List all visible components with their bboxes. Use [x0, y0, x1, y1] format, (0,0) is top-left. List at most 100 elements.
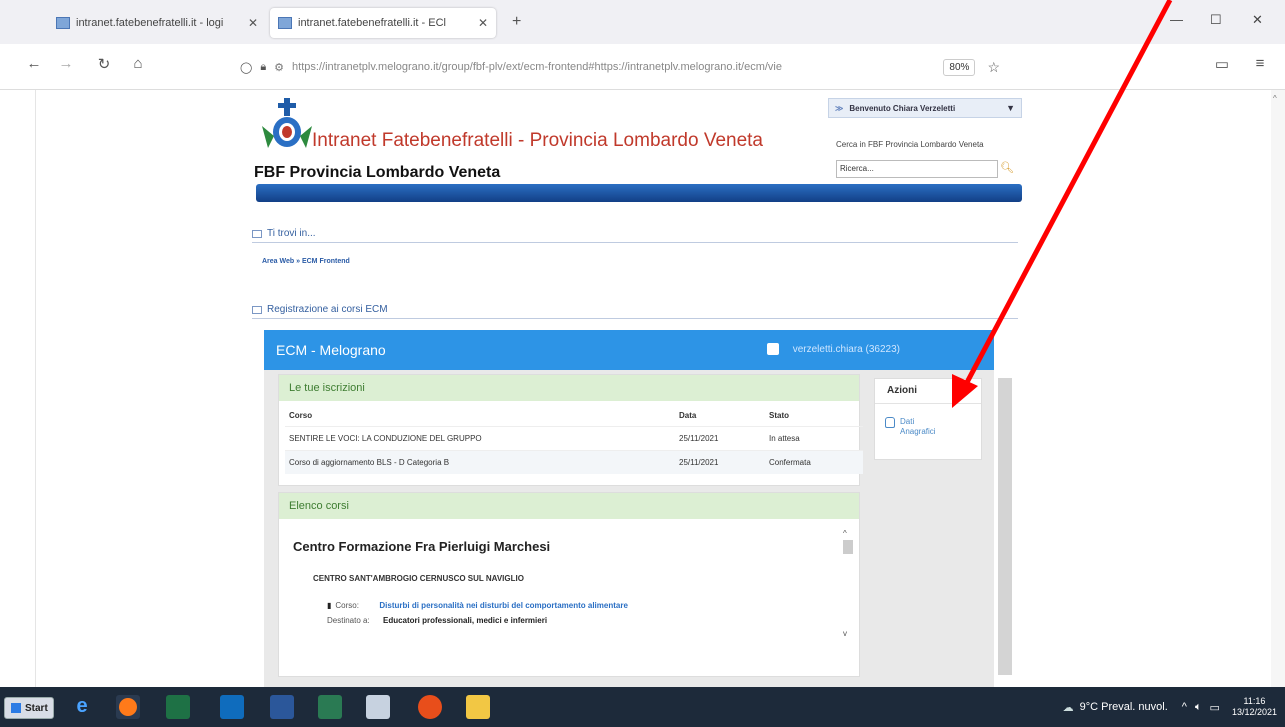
site-name: CENTRO SANT'AMBROGIO CERNUSCO SUL NAVIGL… — [313, 574, 524, 583]
tab-favicon-icon — [56, 17, 70, 29]
date-cell: 25/11/2021 — [675, 426, 765, 451]
outlook-icon[interactable] — [220, 695, 244, 719]
ecm-panel: ECM - Melograno verzeletti.chiara (36223… — [264, 330, 1012, 687]
file-explorer-icon[interactable] — [466, 695, 490, 719]
site-title: Intranet Fatebenefratelli - Provincia Lo… — [312, 130, 763, 151]
dati-anagrafici-link[interactable]: Dati Anagrafici — [885, 417, 936, 437]
word-icon[interactable] — [270, 695, 294, 719]
table-row[interactable]: Corso di aggiornamento BLS - D Categoria… — [285, 450, 863, 474]
snipping-tool-icon[interactable] — [366, 695, 390, 719]
chevron-down-icon[interactable]: ▼ — [1006, 103, 1015, 113]
column-header: Data — [679, 411, 697, 420]
scroll-thumb[interactable] — [843, 540, 853, 554]
windows-icon — [11, 703, 21, 713]
menu-icon[interactable]: ≡ — [1250, 55, 1270, 72]
publisher-icon[interactable] — [318, 695, 342, 719]
close-window-button[interactable]: ✕ — [1252, 12, 1263, 28]
breadcrumb[interactable]: Area Web » ECM Frontend — [262, 258, 350, 265]
zoom-level[interactable]: 80% — [943, 58, 976, 76]
table-row[interactable]: SENTIRE LE VOCI: LA CONDUZIONE DEL GRUPP… — [285, 426, 863, 451]
fbf-logo-icon — [262, 98, 312, 148]
table-header-row: Corso Data Stato — [285, 405, 863, 427]
edge-icon[interactable]: e — [70, 695, 94, 719]
clock[interactable]: 11:16 13/12/2021 — [1232, 696, 1277, 718]
page-scrollbar[interactable]: ^ — [1271, 90, 1285, 687]
scroll-up-icon[interactable]: ^ — [843, 529, 853, 538]
column-header: Corso — [289, 411, 313, 420]
browser-tab-2[interactable]: intranet.fatebenefratelli.it - ECl ✕ — [270, 8, 496, 38]
course-label: Corso: — [335, 601, 359, 610]
back-icon[interactable]: ← — [24, 55, 44, 72]
azioni-title: Azioni — [887, 385, 917, 396]
browser-tab-1[interactable]: intranet.fatebenefratelli.it - logi ✕ — [48, 8, 266, 38]
tab-close-icon[interactable]: ✕ — [248, 16, 258, 30]
permissions-icon[interactable]: ⚙ — [274, 61, 284, 74]
clock-date: 13/12/2021 — [1231, 707, 1277, 717]
arrows-icon: ≫ — [835, 103, 844, 113]
welcome-text: Benvenuto Chiara Verzeletti — [849, 103, 956, 113]
notification-icon[interactable]: ▭ — [1210, 701, 1220, 714]
iscrizioni-card: Le tue iscrizioni Corso Data Stato SENTI… — [278, 374, 863, 486]
clock-time: 11:16 — [1243, 696, 1266, 706]
divider — [252, 242, 1018, 243]
course-cell: SENTIRE LE VOCI: LA CONDUZIONE DEL GRUPP… — [285, 426, 675, 451]
portlet-icon — [252, 305, 262, 314]
app-icon[interactable] — [418, 695, 442, 719]
bookmark-star-icon[interactable]: ☆ — [987, 59, 1000, 76]
url-bar[interactable]: ◯ 🔒︎ ⚙ https://intranetplv.melograno.it/… — [240, 52, 1000, 82]
link-line-1: Dati — [900, 417, 915, 426]
list-scrollbar[interactable]: ^ v — [843, 529, 853, 639]
browser-nav-bar: ← → ↻ ⌂ ◯ 🔒︎ ⚙ https://intranetplv.melog… — [0, 44, 1285, 90]
target-row: Destinato a: Educatori professionali, me… — [327, 616, 859, 625]
browser-tab-bar: intranet.fatebenefratelli.it - logi ✕ in… — [0, 0, 1285, 44]
portlet-icon — [252, 229, 262, 238]
date-cell: 25/11/2021 — [675, 450, 765, 474]
new-tab-button[interactable]: + — [512, 13, 521, 31]
tab-close-icon[interactable]: ✕ — [478, 16, 488, 30]
ecm-header: ECM - Melograno verzeletti.chiara (36223… — [264, 330, 994, 370]
scroll-down-icon[interactable]: v — [843, 629, 847, 638]
welcome-menu[interactable]: ≫ Benvenuto Chiara Verzeletti ▼ — [828, 98, 1022, 118]
weather-text[interactable]: 9°C Preval. nuvol. — [1080, 701, 1168, 713]
speaker-icon[interactable]: 🔈︎ — [1195, 701, 1202, 714]
left-gutter — [0, 90, 36, 687]
ecm-user: verzeletti.chiara (36223) — [766, 343, 900, 355]
course-row: ▮ Corso: Disturbi di personalità nei dis… — [327, 601, 859, 610]
nav-blue-bar — [256, 184, 1022, 202]
chevron-up-icon[interactable]: ^ — [1182, 701, 1187, 713]
registration-title: Registrazione ai corsi ECM — [267, 304, 388, 315]
search-icon[interactable]: 🔍︎ — [1000, 161, 1014, 174]
tab-favicon-icon — [278, 17, 292, 29]
firefox-icon[interactable] — [116, 695, 140, 719]
reload-icon[interactable]: ↻ — [94, 55, 114, 73]
panel-scrollbar[interactable] — [998, 378, 1012, 675]
forward-icon[interactable]: → — [56, 55, 76, 72]
iscrizioni-table: Corso Data Stato SENTIRE LE VOCI: LA CON… — [285, 405, 863, 474]
system-tray: ☁ 9°C Preval. nuvol. ^ 🔈︎ ▭ 11:16 13/12/… — [1063, 687, 1277, 727]
maximize-button[interactable]: ☐ — [1210, 12, 1222, 28]
course-link[interactable]: Disturbi di personalità nei disturbi del… — [379, 601, 628, 610]
course-cell: Corso di aggiornamento BLS - D Categoria… — [285, 450, 675, 474]
lock-icon[interactable]: 🔒︎ — [260, 61, 266, 74]
location-heading: Ti trovi in... — [252, 228, 316, 239]
status-cell: In attesa — [765, 426, 863, 451]
start-label: Start — [25, 702, 48, 714]
tab-label: intranet.fatebenefratelli.it - logi — [76, 17, 224, 29]
site-header: Intranet Fatebenefratelli - Provincia Lo… — [248, 90, 1028, 214]
course-list: Centro Formazione Fra Pierluigi Marchesi… — [289, 527, 859, 677]
search-input[interactable]: Ricerca... — [836, 160, 998, 178]
reader-view-icon[interactable]: ▭ — [1212, 55, 1232, 73]
shield-icon[interactable]: ◯ — [240, 61, 252, 74]
divider — [875, 403, 981, 404]
target-value: Educatori professionali, medici e inferm… — [383, 616, 548, 625]
web-page: ^ Intranet Fatebenefratelli - Provincia … — [0, 90, 1285, 687]
azioni-box: Azioni Dati Anagrafici — [874, 378, 982, 460]
minimize-button[interactable]: — — [1170, 12, 1183, 27]
user-lock-icon — [885, 417, 895, 428]
column-header: Stato — [769, 411, 789, 420]
excel-icon[interactable] — [166, 695, 190, 719]
url-text: https://intranetplv.melograno.it/group/f… — [292, 61, 782, 73]
home-icon[interactable]: ⌂ — [128, 55, 148, 72]
start-button[interactable]: Start — [4, 697, 54, 719]
status-cell: Confermata — [765, 450, 863, 474]
